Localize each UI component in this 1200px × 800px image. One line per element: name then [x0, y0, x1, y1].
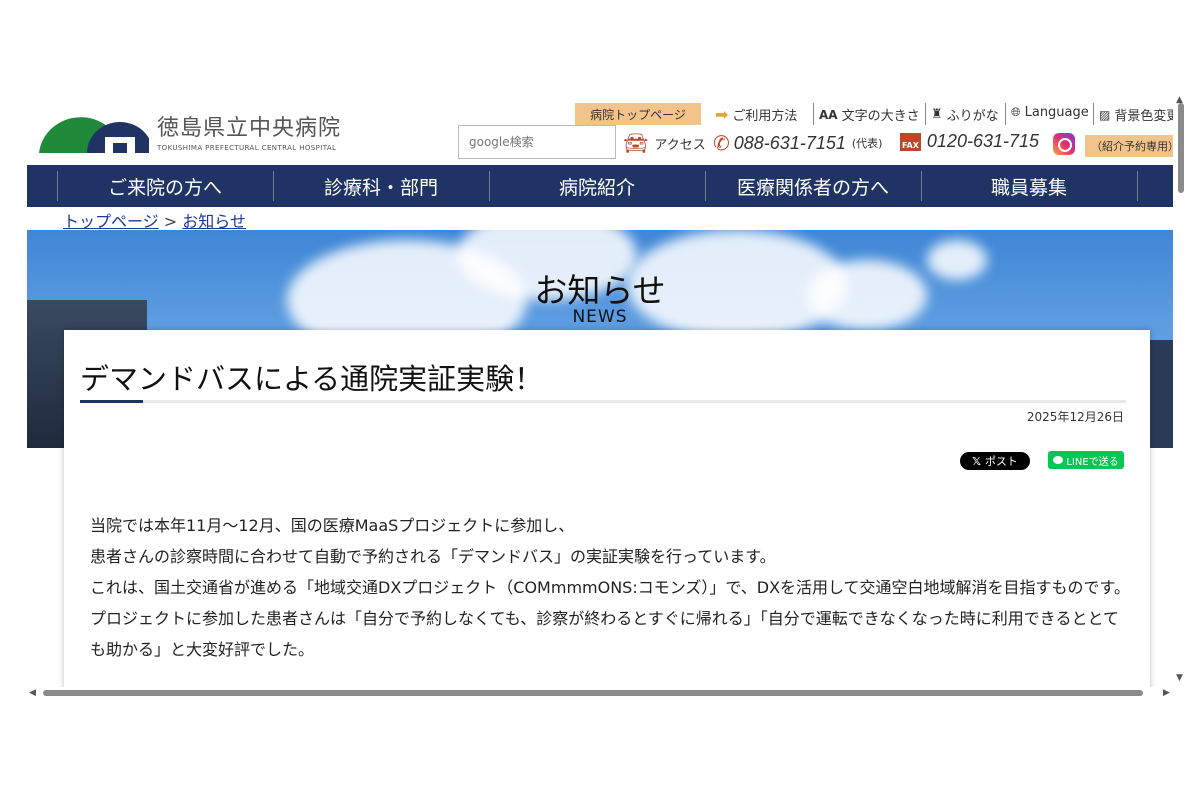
- scroll-left-icon[interactable]: ◀: [29, 688, 36, 698]
- article-paragraph: これは、国土交通省が進める「地域交通DXプロジェクト（COMmmmONS:コモン…: [90, 578, 1130, 597]
- vertical-scroll-thumb[interactable]: [1178, 103, 1184, 193]
- hospital-name[interactable]: 徳島県立中央病院: [157, 110, 341, 142]
- nav-item-about[interactable]: 病院紹介: [489, 165, 705, 207]
- phone-main[interactable]: ✆ 088-631-7151 (代表): [713, 131, 882, 155]
- article-paragraph: 患者さんの診察時間に合わせて自動で予約される「デマンドバス」の実証実験を行ってい…: [90, 547, 776, 566]
- article-body: 当院では本年11月〜12月、国の医療MaaSプロジェクトに参加し、 患者さんの診…: [90, 510, 1130, 665]
- article-paragraph: 当院では本年11月〜12月、国の医療MaaSプロジェクトに参加し、: [90, 516, 575, 535]
- phone-free[interactable]: FAX 0120-631-715: [900, 131, 1039, 152]
- horizontal-scrollbar[interactable]: ◀ ▶: [27, 687, 1173, 701]
- globe-icon: 🌐︎: [1011, 105, 1021, 119]
- share-line-button[interactable]: LINEで送る: [1048, 451, 1124, 469]
- hospital-top-link[interactable]: 病院トップページ: [575, 103, 701, 125]
- hero-title: お知らせ: [534, 271, 666, 310]
- phone-icon: ✆: [713, 131, 730, 155]
- car-icon: 🚘︎: [623, 131, 649, 155]
- title-divider: [80, 400, 1126, 403]
- hospital-name-en: TOKUSHIMA PREFECTURAL CENTRAL HOSPITAL: [157, 144, 337, 152]
- usage-link[interactable]: ➡ ご利用方法: [715, 105, 797, 124]
- language-link[interactable]: 🌐︎ Language: [1005, 103, 1089, 125]
- main-nav: ご来院の方へ 診療科・部門 病院紹介 医療関係者の方へ 職員募集: [27, 165, 1173, 207]
- nav-item-departments[interactable]: 診療科・部門: [273, 165, 489, 207]
- share-x-button[interactable]: 𝕏 ポスト: [960, 452, 1030, 470]
- x-logo-icon: 𝕏: [972, 454, 981, 468]
- hospital-logo-icon[interactable]: [39, 107, 149, 153]
- article-card: デマンドバスによる通院実証実験！ 2025年12月26日 𝕏 ポスト LINEで…: [64, 330, 1150, 687]
- breadcrumb-current[interactable]: お知らせ: [182, 212, 246, 231]
- scroll-down-icon[interactable]: ▼: [1176, 673, 1183, 683]
- search-input[interactable]: [458, 125, 616, 159]
- furigana-link[interactable]: ♜ ふりがな: [925, 103, 999, 125]
- arrow-right-icon: ➡: [715, 105, 729, 124]
- title-accent-bar: [80, 400, 143, 403]
- breadcrumb: トップページ > お知らせ: [63, 212, 246, 231]
- scroll-right-icon[interactable]: ▶: [1163, 688, 1170, 698]
- divider: [1005, 103, 1006, 125]
- hero-subtitle: NEWS: [572, 307, 628, 327]
- fax-icon: FAX: [900, 132, 921, 151]
- article-title: デマンドバスによる通院実証実験！: [80, 362, 544, 396]
- nav-item-medical-staff[interactable]: 医療関係者の方へ: [705, 165, 921, 207]
- bg-color-icon: ▨: [1099, 107, 1111, 122]
- font-size-icon: AA: [819, 107, 838, 122]
- vertical-scrollbar[interactable]: ▲ ▼: [1173, 95, 1187, 687]
- article-paragraph: プロジェクトに参加した患者さんは「自分で予約しなくても、診察が終わるとすぐに帰れ…: [90, 609, 1119, 659]
- nav-item-visitors[interactable]: ご来院の方へ: [57, 165, 273, 207]
- divider: [925, 103, 926, 125]
- horizontal-scroll-thumb[interactable]: [43, 690, 1143, 696]
- bg-color-link[interactable]: ▨ 背景色変更: [1093, 103, 1173, 125]
- nav-item-recruit[interactable]: 職員募集: [921, 165, 1137, 207]
- divider: [1093, 103, 1094, 125]
- instagram-icon[interactable]: [1053, 133, 1075, 155]
- line-logo-icon: [1053, 456, 1064, 464]
- article-date: 2025年12月26日: [1026, 410, 1124, 424]
- referral-badge: （紹介予約専用）: [1085, 135, 1173, 157]
- font-size-link[interactable]: AA 文字の大きさ: [813, 103, 920, 125]
- furigana-icon: ♜: [931, 107, 943, 122]
- breadcrumb-home[interactable]: トップページ: [63, 212, 159, 231]
- browser-viewport: 徳島県立中央病院 TOKUSHIMA PREFECTURAL CENTRAL H…: [27, 97, 1173, 687]
- divider: [813, 103, 814, 125]
- access-link[interactable]: 🚘︎ アクセス: [623, 131, 706, 155]
